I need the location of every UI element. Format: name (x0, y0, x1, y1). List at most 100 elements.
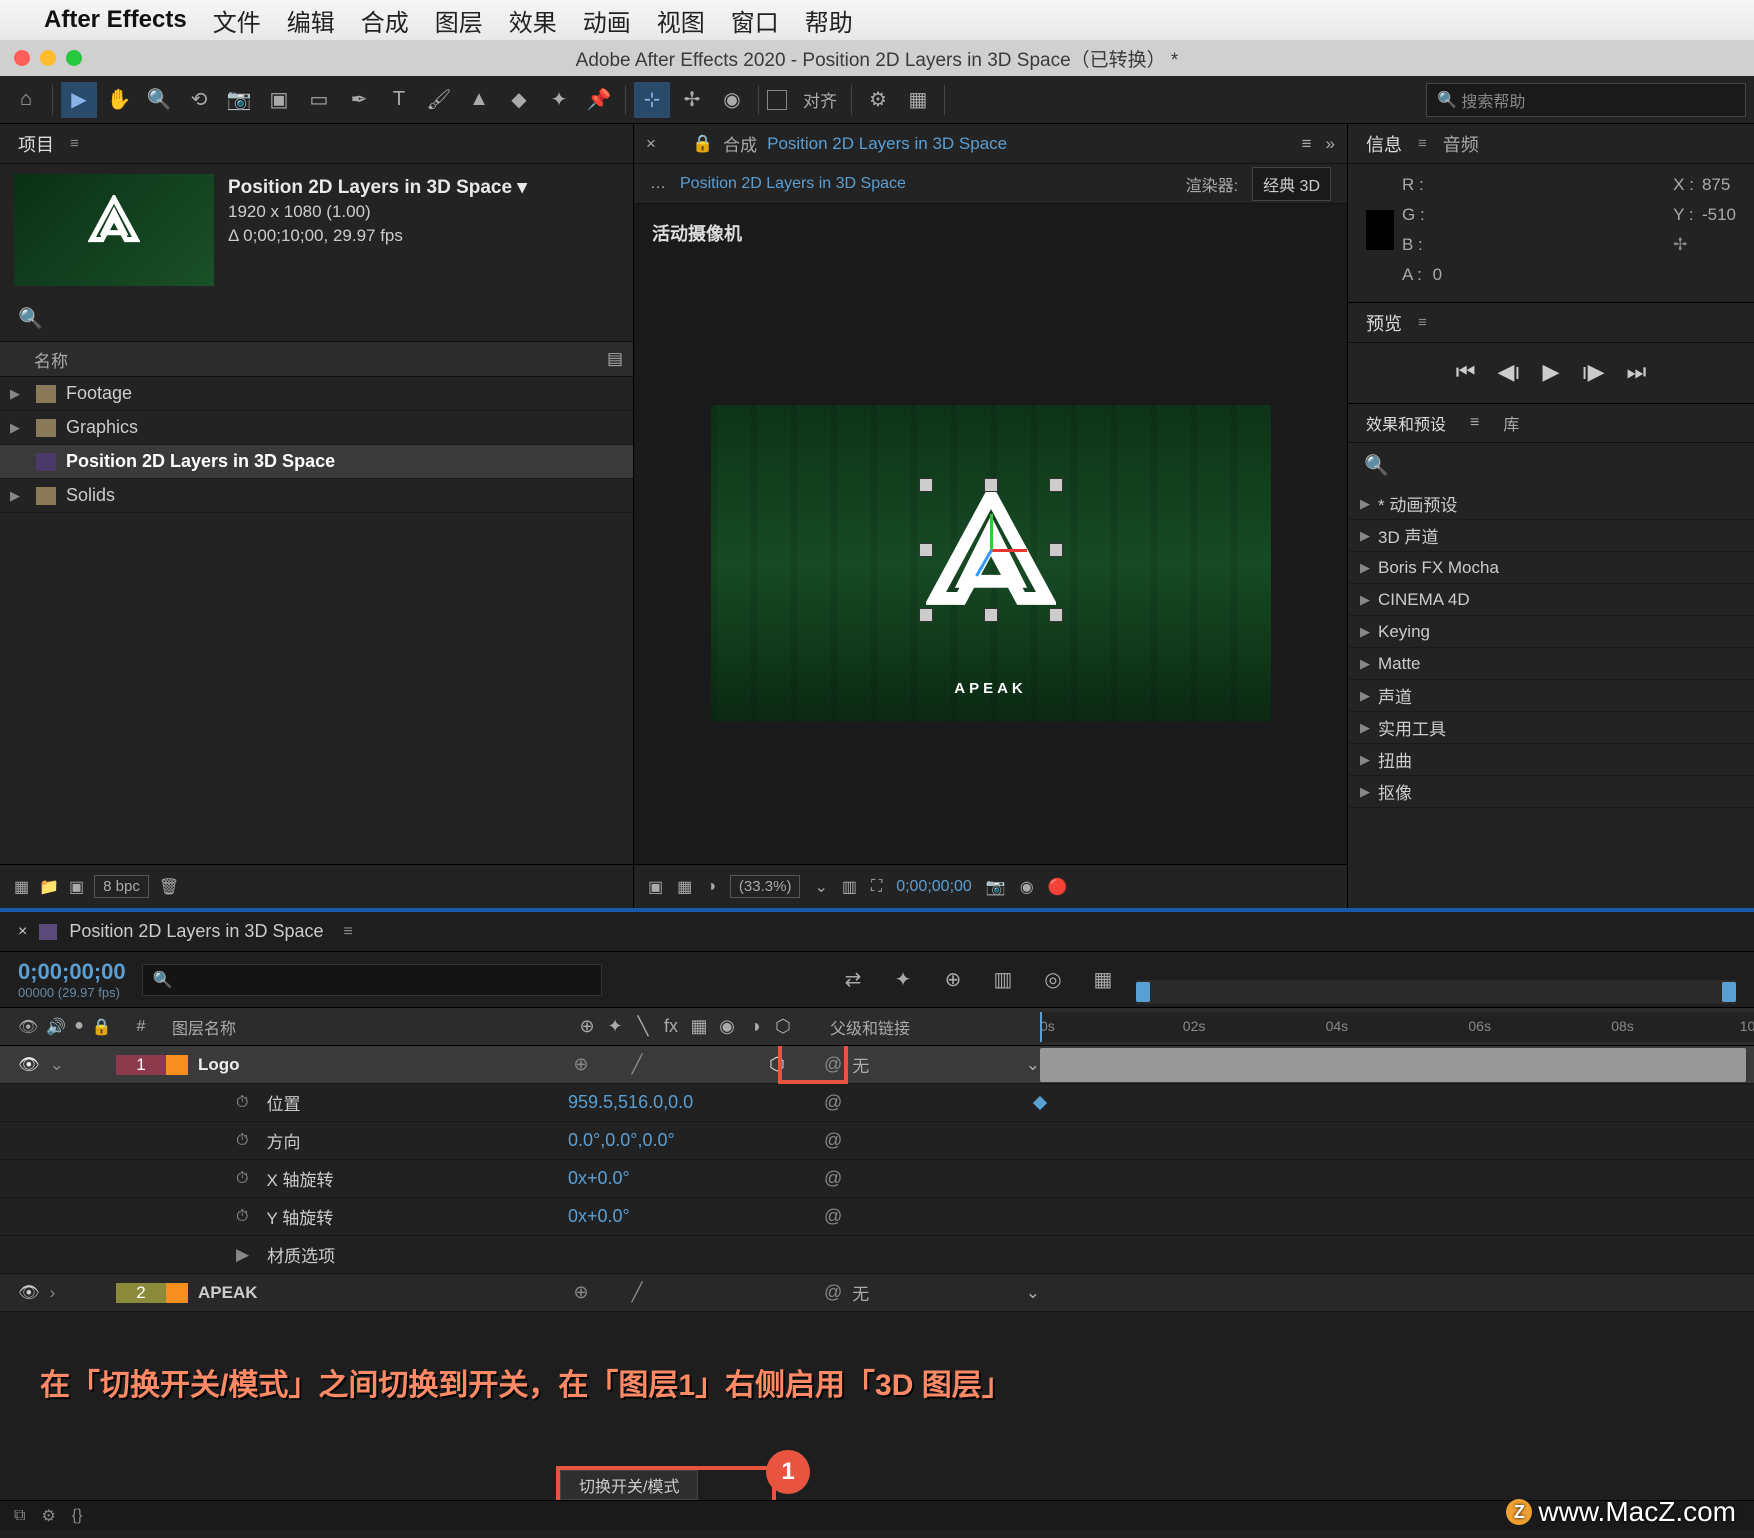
bpc-button[interactable]: 8 bpc (94, 875, 149, 898)
orbit-tool-icon[interactable]: ⟲ (181, 82, 217, 118)
folder-solids[interactable]: ▶Solids (0, 479, 633, 513)
project-tab[interactable]: 项目 (18, 131, 54, 157)
new-comp-icon[interactable]: ▣ (69, 877, 84, 897)
fx-boris[interactable]: ▶Boris FX Mocha (1348, 552, 1754, 584)
comp-close-icon[interactable]: × (646, 134, 656, 154)
minimize-window-icon[interactable] (40, 50, 56, 66)
panbehind-tool-icon[interactable]: ▣ (261, 82, 297, 118)
play-icon[interactable]: ▶ (1543, 359, 1560, 385)
tl-tool2-icon[interactable]: ✦ (886, 963, 920, 997)
close-window-icon[interactable] (14, 50, 30, 66)
zoom-dropdown[interactable]: (33.3%) (730, 875, 801, 898)
menu-window[interactable]: 窗口 (731, 3, 779, 38)
tl-foot-icon1[interactable]: ⧉ (14, 1507, 25, 1525)
last-frame-icon[interactable]: ⏭ (1626, 359, 1646, 385)
timecode-display[interactable]: 0;00;00;00 (896, 878, 972, 896)
fx-keying2[interactable]: ▶抠像 (1348, 776, 1754, 808)
comp-breadcrumb[interactable]: Position 2D Layers in 3D Space (680, 175, 1172, 193)
tl-foot-icon2[interactable]: ⚙ (41, 1506, 55, 1526)
tl-tool1-icon[interactable]: ⇄ (836, 963, 870, 997)
effects-tab[interactable]: 效果和预设 (1366, 411, 1446, 435)
layer-1-row[interactable]: 👁⌄ 1 Logo ⊕╱⬡ @无⌄ (0, 1046, 1754, 1084)
resolution-icon[interactable]: ▥ (842, 877, 857, 897)
selection-bbox[interactable] (926, 485, 1056, 615)
active-camera-label[interactable]: 活动摄像机 (634, 204, 1347, 262)
color-icon[interactable]: 🔴 (1048, 877, 1068, 897)
eraser-tool-icon[interactable]: ◆ (501, 82, 537, 118)
prop-orientation[interactable]: ⏱方向 0.0°,0.0°,0.0° @ (0, 1122, 1754, 1160)
audio-column-icon[interactable]: 🔊 (46, 1017, 66, 1037)
menu-file[interactable]: 文件 (213, 3, 261, 38)
prop-yrotation[interactable]: ⏱Y 轴旋转 0x+0.0° @ (0, 1198, 1754, 1236)
fx-c4d[interactable]: ▶CINEMA 4D (1348, 584, 1754, 616)
panel-menu-icon[interactable]: ≡ (70, 135, 79, 152)
3d-gizmo-icon[interactable]: ✢ (674, 82, 710, 118)
shape-tool-icon[interactable]: ▭ (301, 82, 337, 118)
col-type-icon[interactable]: ▤ (607, 349, 623, 369)
panel-menu-icon[interactable]: ≡ (1302, 134, 1312, 154)
rotobrush-tool-icon[interactable]: ✦ (541, 82, 577, 118)
interpret-icon[interactable]: ▦ (14, 877, 29, 897)
tl-foot-icon3[interactable]: {} (72, 1507, 83, 1525)
tl-comp-name[interactable]: Position 2D Layers in 3D Space (69, 921, 323, 942)
lock-icon[interactable]: 🔒 (692, 134, 713, 154)
panel-expand-icon[interactable]: » (1326, 134, 1335, 154)
fx-keying[interactable]: ▶Keying (1348, 616, 1754, 648)
tl-close-icon[interactable]: × (18, 923, 27, 941)
3d-column-icon[interactable]: ⬡ (770, 1016, 796, 1037)
prop-xrotation[interactable]: ⏱X 轴旋转 0x+0.0° @ (0, 1160, 1754, 1198)
3d-axis-icon[interactable]: ⊹ (634, 82, 670, 118)
lock-column-icon[interactable]: 🔒 (92, 1017, 112, 1037)
tl-timecode[interactable]: 0;00;00;00 (18, 959, 126, 985)
grid-icon[interactable]: ▦ (677, 877, 692, 897)
fx-matte[interactable]: ▶Matte (1348, 648, 1754, 680)
comp-hdr-name[interactable]: Position 2D Layers in 3D Space (767, 134, 1007, 154)
tl-menu-icon[interactable]: ≡ (343, 923, 352, 941)
comp-name[interactable]: Position 2D Layers in 3D Space ▾ (228, 177, 527, 198)
first-frame-icon[interactable]: ⏮ (1456, 359, 1476, 385)
crumb-dots[interactable]: … (650, 175, 666, 193)
toolbar-misc-icon[interactable]: ⚙ (860, 82, 896, 118)
zoom-tool-icon[interactable]: 🔍 (141, 82, 177, 118)
audio-tab[interactable]: 音频 (1443, 131, 1479, 157)
stopwatch-icon[interactable]: ⏱ (236, 1094, 248, 1112)
menu-effect[interactable]: 效果 (509, 3, 557, 38)
hand-tool-icon[interactable]: ✋ (101, 82, 137, 118)
next-frame-icon[interactable]: ı▶ (1581, 359, 1604, 385)
tl-search[interactable]: 🔍 (142, 964, 602, 996)
tl-tool4-icon[interactable]: ▥ (986, 963, 1020, 997)
mask-icon[interactable]: ◑ (706, 878, 716, 896)
pen-tool-icon[interactable]: ✒ (341, 82, 377, 118)
menu-animation[interactable]: 动画 (583, 3, 631, 38)
eye-column-icon[interactable]: 👁 (18, 1017, 38, 1037)
comp-item[interactable]: Position 2D Layers in 3D Space (0, 445, 633, 479)
region-icon[interactable]: ▣ (648, 877, 663, 897)
new-folder-icon[interactable]: 📁 (39, 877, 59, 897)
comp-thumbnail[interactable] (14, 174, 214, 286)
info-tab[interactable]: 信息 (1366, 131, 1402, 157)
search-help-input[interactable]: 🔍 搜索帮助 (1426, 83, 1746, 117)
menu-composition[interactable]: 合成 (361, 3, 409, 38)
prev-frame-icon[interactable]: ◀ı (1498, 359, 1521, 385)
tl-tool6-icon[interactable]: ▦ (1086, 963, 1120, 997)
clone-tool-icon[interactable]: ▲ (461, 82, 497, 118)
snap-checkbox[interactable] (767, 90, 787, 110)
snapshot-icon[interactable]: 📷 (986, 877, 1006, 897)
col-name-header[interactable]: 名称 (34, 347, 68, 372)
trash-icon[interactable]: 🗑 (159, 877, 179, 897)
folder-graphics[interactable]: ▶Graphics (0, 411, 633, 445)
menu-help[interactable]: 帮助 (805, 3, 853, 38)
crop-icon[interactable]: ⛶ (871, 878, 882, 896)
menu-view[interactable]: 视图 (657, 3, 705, 38)
fx-utility[interactable]: ▶实用工具 (1348, 712, 1754, 744)
camera-tool-icon[interactable]: 📷 (221, 82, 257, 118)
preview-tab[interactable]: 预览 (1366, 310, 1402, 336)
eye-icon[interactable]: 👁 (18, 1283, 40, 1303)
library-tab[interactable]: 库 (1503, 411, 1519, 435)
3d-camera-icon[interactable]: ◉ (714, 82, 750, 118)
menu-edit[interactable]: 编辑 (287, 3, 335, 38)
fx-3dchannel[interactable]: ▶3D 声道 (1348, 520, 1754, 552)
puppet-tool-icon[interactable]: 📌 (581, 82, 617, 118)
prop-material[interactable]: ▶材质选项 (0, 1236, 1754, 1274)
selection-tool-icon[interactable]: ▶ (61, 82, 97, 118)
